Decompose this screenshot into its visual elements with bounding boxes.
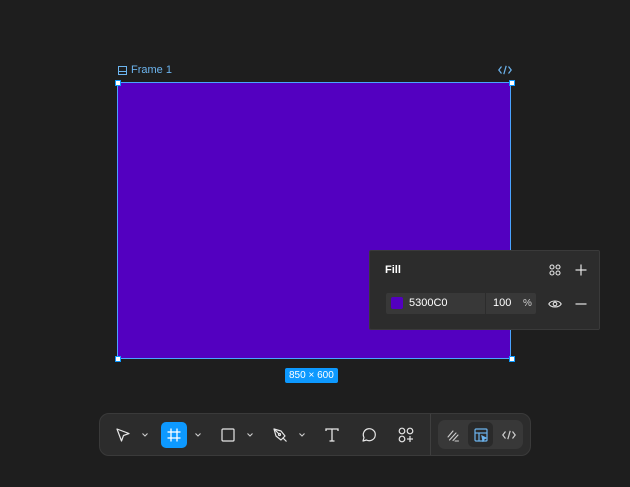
comment-tool[interactable] (356, 422, 382, 448)
frame-name: Frame 1 (131, 64, 172, 76)
canvas[interactable]: { "frame": { "label": "Frame 1", "fill_c… (0, 0, 630, 487)
draw-mode[interactable] (440, 422, 465, 447)
move-tool-dropdown[interactable] (140, 422, 150, 448)
eye-icon[interactable] (547, 296, 563, 312)
chevron-down-icon (247, 433, 253, 437)
fill-row[interactable]: 5300C0 100 % (386, 293, 536, 314)
rectangle-tool[interactable] (215, 422, 241, 448)
resize-handle-bottom-left[interactable] (115, 356, 121, 362)
move-tool[interactable] (110, 422, 136, 448)
pen-tool-dropdown[interactable] (297, 422, 307, 448)
frame-label[interactable]: Frame 1 (118, 63, 172, 77)
hash-frame-icon (167, 428, 181, 442)
chevron-down-icon (195, 433, 201, 437)
fill-title: Fill (385, 264, 401, 276)
minus-icon[interactable] (573, 296, 589, 312)
pen-tool[interactable] (267, 422, 293, 448)
resize-handle-bottom-right[interactable] (509, 356, 515, 362)
size-badge: 850 × 600 (285, 368, 338, 383)
chevron-down-icon (142, 433, 148, 437)
fill-panel: Fill 5300C0 100 % (369, 250, 600, 330)
chevron-down-icon (299, 433, 305, 437)
frame-icon (118, 65, 127, 75)
row-divider (485, 293, 486, 314)
design-layout-icon (473, 427, 488, 442)
frame-tool[interactable] (161, 422, 187, 448)
styles-grid-icon[interactable] (547, 262, 563, 278)
frame-tool-dropdown[interactable] (193, 422, 203, 448)
color-swatch[interactable] (391, 297, 403, 309)
design-mode[interactable] (468, 422, 493, 447)
resize-handle-top-right[interactable] (509, 80, 515, 86)
code-icon (501, 430, 516, 439)
mode-switcher (438, 420, 523, 449)
cursor-icon (116, 428, 130, 442)
shapes-plus-icon (398, 427, 414, 443)
opacity-unit: % (523, 298, 532, 309)
toolbar-divider (430, 414, 431, 455)
dev-mode[interactable] (496, 422, 521, 447)
bottom-toolbar (99, 413, 531, 456)
speech-bubble-icon (362, 428, 376, 442)
pencil-lines-icon (446, 429, 459, 442)
square-icon (221, 428, 235, 442)
text-tool[interactable] (319, 422, 345, 448)
rectangle-tool-dropdown[interactable] (245, 422, 255, 448)
resize-handle-top-left[interactable] (115, 80, 121, 86)
actions-tool[interactable] (393, 422, 419, 448)
text-T-icon (325, 428, 339, 442)
opacity-value[interactable]: 100 (493, 296, 511, 311)
plus-icon[interactable] (573, 262, 589, 278)
code-icon[interactable] (497, 63, 513, 77)
hex-value[interactable]: 5300C0 (409, 296, 448, 311)
pen-nib-icon (273, 428, 287, 442)
